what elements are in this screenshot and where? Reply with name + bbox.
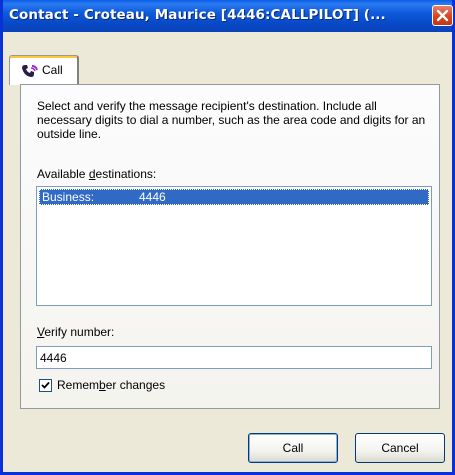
checkbox-box[interactable] — [39, 379, 52, 392]
window-title: Contact - Croteau, Maurice [4446:CALLPIL… — [9, 7, 386, 23]
verify-number-label: Verify number: — [37, 325, 115, 339]
close-button[interactable] — [432, 5, 453, 26]
destination-number: 4446 — [139, 190, 166, 204]
phone-headset-icon — [22, 65, 38, 77]
instructions-text: Select and verify the message recipient'… — [37, 99, 426, 141]
destinations-list[interactable]: Business: 4446 — [36, 186, 432, 306]
destination-type: Business: — [42, 190, 95, 204]
tab-call-label: Call — [42, 63, 63, 77]
title-bar[interactable]: Contact - Croteau, Maurice [4446:CALLPIL… — [3, 0, 453, 32]
cancel-button[interactable]: Cancel — [355, 433, 445, 463]
close-icon — [436, 9, 449, 22]
call-button[interactable]: Call — [248, 433, 338, 463]
verify-number-field[interactable] — [36, 346, 432, 369]
call-tab-panel: Select and verify the message recipient'… — [20, 84, 440, 409]
available-destinations-label: Available destinations: — [37, 167, 157, 181]
list-item[interactable]: Business: 4446 — [39, 189, 429, 205]
tab-call[interactable]: Call — [9, 55, 79, 85]
checkmark-icon — [41, 381, 50, 389]
remember-changes-label: Remember changes — [57, 378, 166, 392]
